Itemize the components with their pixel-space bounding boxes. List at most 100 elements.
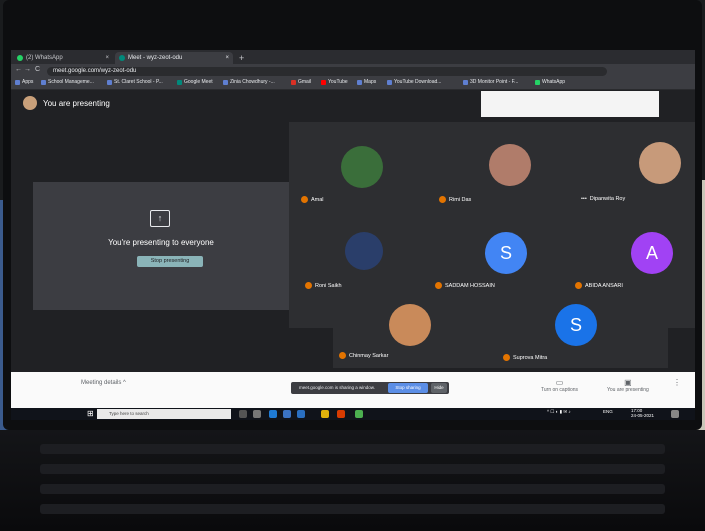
bookmark-icon <box>387 79 392 85</box>
bookmark-school[interactable]: School Manageme... <box>41 79 94 85</box>
bookmark-youtube[interactable]: YouTube <box>321 79 348 85</box>
bookmark-ytdl[interactable]: YouTube Download... <box>387 79 441 85</box>
maps-icon <box>357 79 362 85</box>
task-view-icon[interactable] <box>239 410 247 418</box>
captions-button[interactable]: ▭ Turn on captions <box>541 378 578 393</box>
participant-name: ABIDA ANSARI <box>575 282 623 289</box>
sharing-notice: meet.google.com is sharing a window. Sto… <box>291 382 449 394</box>
keyboard-row <box>40 484 665 494</box>
new-tab-button[interactable]: + <box>235 52 248 64</box>
bookmark-3d[interactable]: 3D Monitor Point - F... <box>463 79 518 85</box>
participant-name: Amal <box>301 196 324 203</box>
reload-icon[interactable]: C <box>35 66 40 73</box>
folder-icon[interactable] <box>321 410 329 418</box>
more-options-icon[interactable]: ••• <box>581 196 587 202</box>
chrome-icon[interactable] <box>355 410 363 418</box>
presenting-header: You are presenting <box>23 96 110 110</box>
taskbar-search[interactable]: Type here to search <box>97 409 231 419</box>
bookmark-label: Apps <box>22 79 34 85</box>
bookmark-claret[interactable]: St. Claret School - P... <box>107 79 163 85</box>
mic-off-icon <box>305 282 312 289</box>
bookmark-meet[interactable]: Google Meet <box>177 79 213 85</box>
gmail-icon <box>291 79 296 85</box>
mic-off-icon <box>339 352 346 359</box>
keyboard-row <box>40 464 665 474</box>
youtube-icon <box>321 79 326 85</box>
stage-message: You're presenting to everyone <box>108 238 214 247</box>
system-tray-icons[interactable]: ^ ☐ ◐ ▮ ✉ ♪ <box>547 409 571 415</box>
bookmark-zinia[interactable]: Zinia Chowdhury -... <box>223 79 275 85</box>
sharing-notice-text: meet.google.com is sharing a window. <box>299 385 376 390</box>
stop-sharing-button[interactable]: Stop sharing <box>388 383 428 393</box>
tab-label: Meet - wyz-zeot-odu <box>128 55 183 61</box>
laptop-screen: (2) WhatsApp × Meet - wyz-zeot-odu × + ←… <box>11 50 695 420</box>
whatsapp-icon <box>535 79 540 85</box>
file-icon[interactable] <box>253 410 261 418</box>
more-options-icon[interactable]: ⋮ <box>673 378 681 387</box>
bookmark-label: WhatsApp <box>542 79 566 85</box>
bookmark-label: Google Meet <box>184 79 213 85</box>
windows-start-icon[interactable]: ⊞ <box>87 410 95 418</box>
avatar <box>639 142 681 184</box>
participant-name: Rimi Das <box>439 196 471 203</box>
office-icon[interactable] <box>337 410 345 418</box>
participant-name: Suprova Mitra <box>503 354 547 361</box>
clock[interactable]: 17:00 24-05-2021 <box>631 408 654 418</box>
keyboard-row <box>40 444 665 454</box>
bookmark-maps[interactable]: Maps <box>357 79 376 85</box>
tab-bar: (2) WhatsApp × Meet - wyz-zeot-odu × + <box>11 50 695 64</box>
date-label: 24-05-2021 <box>631 413 655 418</box>
present-icon: ↑ <box>150 210 170 227</box>
tab-whatsapp[interactable]: (2) WhatsApp × <box>13 52 113 64</box>
stop-presenting-button[interactable]: Stop presenting <box>137 256 203 267</box>
bookmark-whatsapp[interactable]: WhatsApp <box>535 79 565 85</box>
participant-name: SADDAM HOSSAIN <box>435 282 495 289</box>
avatar: A <box>631 232 673 274</box>
hide-button[interactable]: Hide <box>431 383 447 393</box>
bookmark-label: Maps <box>364 79 377 85</box>
meet-icon <box>177 79 182 85</box>
notifications-icon[interactable] <box>671 410 679 418</box>
edge-icon[interactable] <box>269 410 277 418</box>
chevron-up-icon: ^ <box>123 380 126 386</box>
overlay-panel <box>481 91 659 117</box>
forward-icon[interactable]: → <box>24 66 31 73</box>
mail-icon[interactable] <box>283 410 291 418</box>
laptop-bezel: (2) WhatsApp × Meet - wyz-zeot-odu × + ←… <box>3 0 702 430</box>
mic-off-icon <box>439 196 446 203</box>
participant-name: Roni Saikh <box>305 282 342 289</box>
captions-icon: ▭ <box>555 378 564 387</box>
meeting-details-button[interactable]: Meeting details ^ <box>81 380 126 386</box>
store-icon[interactable] <box>297 410 305 418</box>
mic-off-icon <box>301 196 308 203</box>
meet-bottom-bar: Meeting details ^ meet.google.com is sha… <box>11 372 695 408</box>
present-status-button[interactable]: ▣ You are presenting <box>607 378 649 393</box>
tab-meet[interactable]: Meet - wyz-zeot-odu × <box>115 52 233 64</box>
meet-page: You are presenting ↑ You're presenting t… <box>11 90 695 408</box>
presentation-stage: ↑ You're presenting to everyone Stop pre… <box>33 182 289 310</box>
participant-grid-row-3: Chinmay Sarkar S Suprova Mitra <box>333 290 668 368</box>
captions-label: Turn on captions <box>541 387 579 393</box>
mic-off-icon <box>435 282 442 289</box>
bookmark-label: YouTube <box>328 79 348 85</box>
keyboard-row <box>40 504 665 514</box>
bookmark-apps[interactable]: Apps <box>15 79 33 85</box>
presenting-label: You are presenting <box>43 98 110 108</box>
avatar: S <box>485 232 527 274</box>
bookmark-icon <box>41 79 46 85</box>
participant-name: Chinmay Sarkar <box>339 352 388 359</box>
bookmark-label: School Manageme... <box>48 79 94 85</box>
bookmark-label: 3D Monitor Point - F... <box>470 79 519 85</box>
close-icon[interactable]: × <box>105 55 109 61</box>
tab-label: (2) WhatsApp <box>26 55 63 61</box>
whatsapp-icon <box>17 55 23 61</box>
bookmark-icon <box>223 79 228 85</box>
url-field[interactable]: meet.google.com/wyz-zeot-odu <box>47 67 607 76</box>
bookmark-gmail[interactable]: Gmail <box>291 79 311 85</box>
mic-off-icon <box>503 354 510 361</box>
language-indicator[interactable]: ENG <box>603 409 613 414</box>
close-icon[interactable]: × <box>225 55 229 61</box>
bookmark-label: Gmail <box>298 79 312 85</box>
laptop-keyboard <box>0 430 705 531</box>
back-icon[interactable]: ← <box>15 66 22 73</box>
